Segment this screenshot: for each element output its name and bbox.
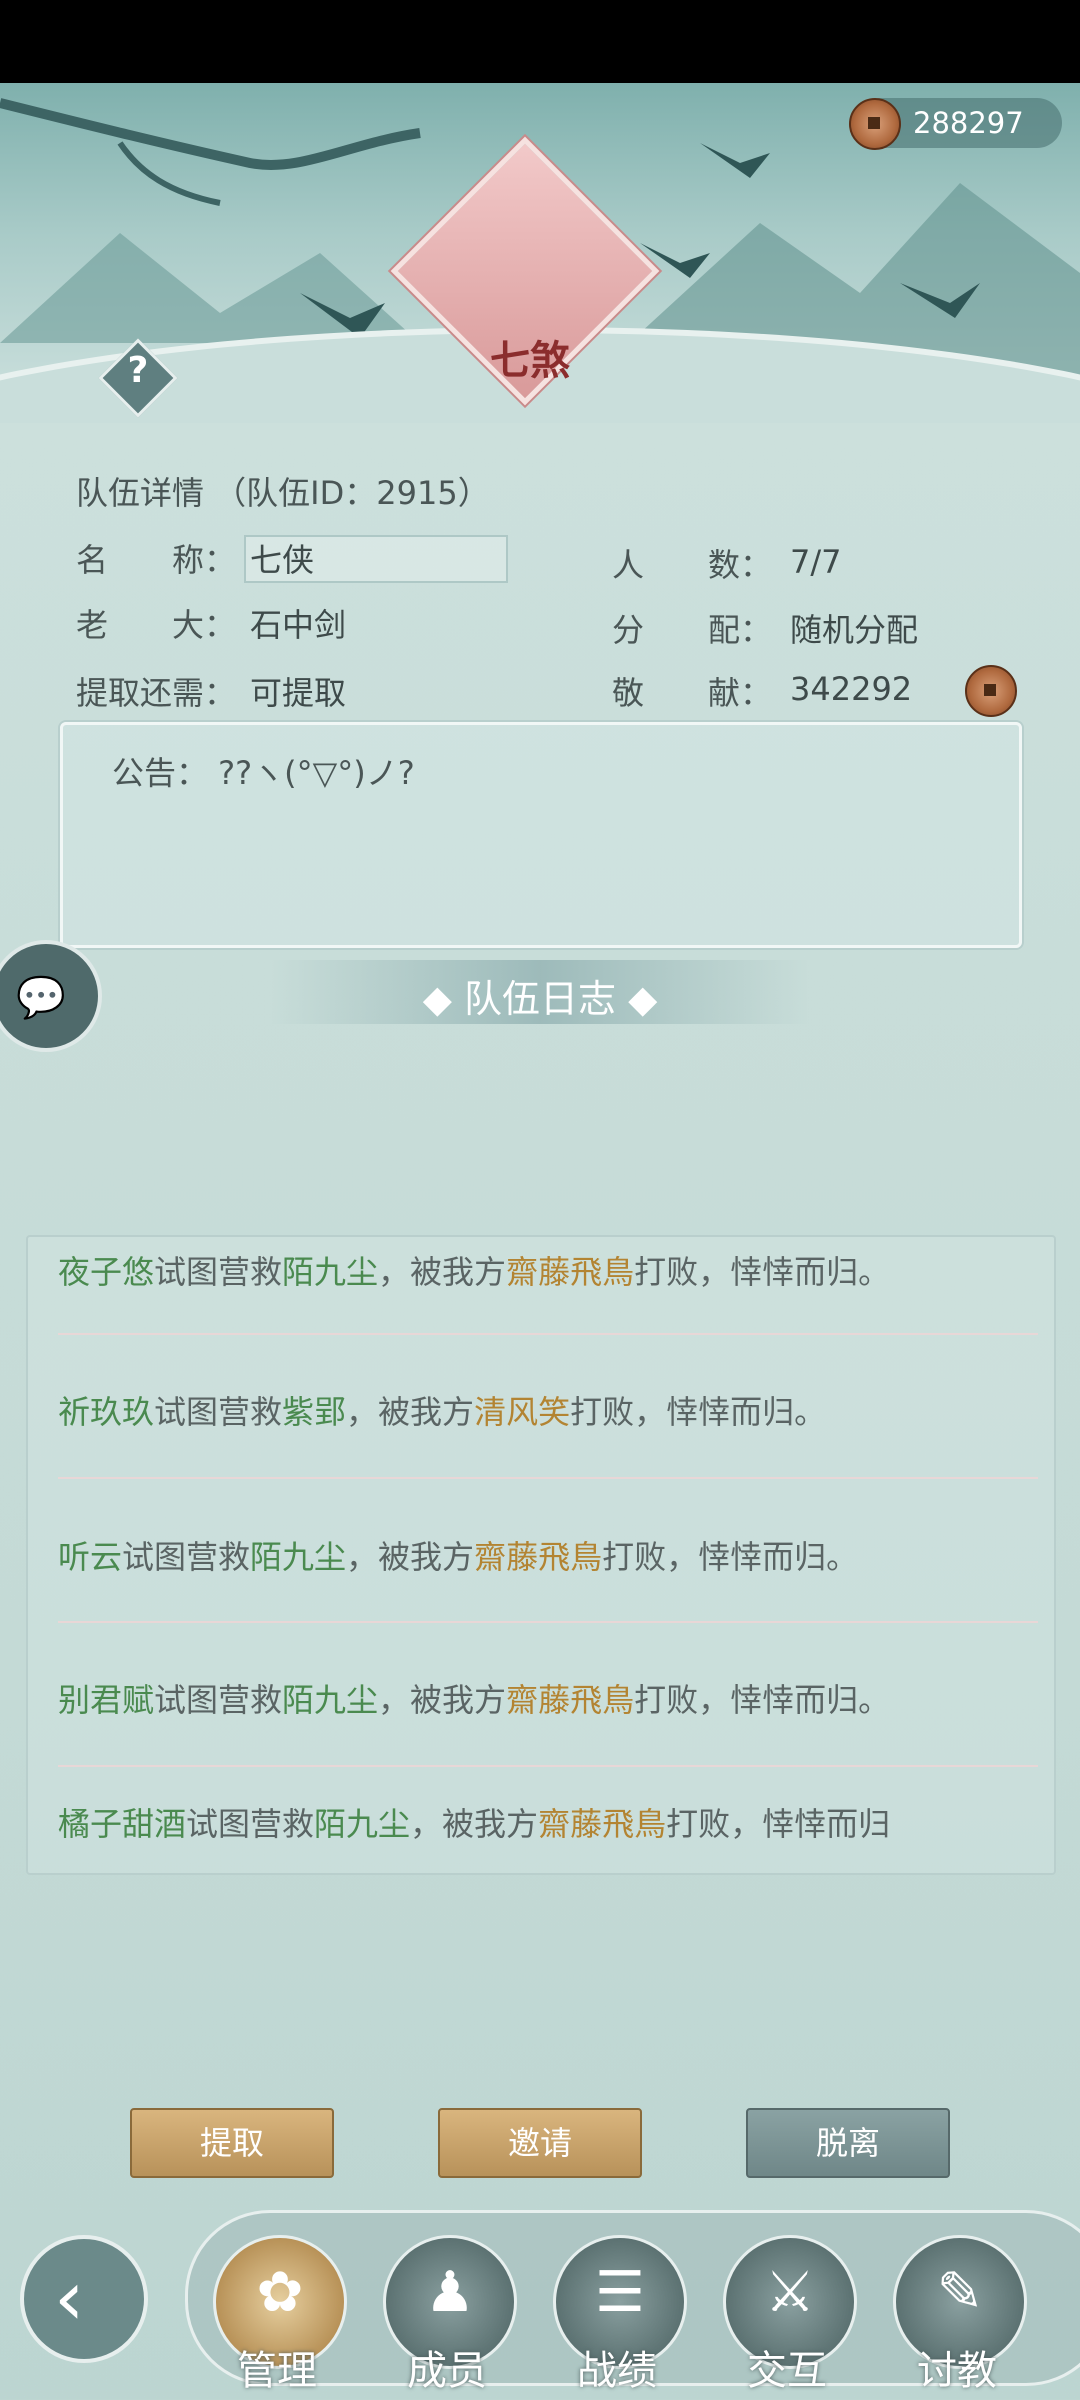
log-entry: 夜子悠试图营救陌九尘，被我方齋藤飛鳥打败，悻悻而归。 — [58, 1247, 1048, 1293]
defender-name[interactable]: 齋藤飛鳥 — [538, 1805, 666, 1843]
log-text: 试图营救 — [154, 1681, 283, 1719]
rescuer-name[interactable]: 橘子甜酒 — [58, 1805, 186, 1843]
log-text: 试图营救 — [154, 1253, 283, 1291]
chat-icon[interactable]: 💬 — [16, 974, 66, 1021]
copper-coin-icon — [849, 98, 901, 150]
withdraw-label: 提取还需： — [76, 674, 237, 712]
divider — [58, 1621, 1038, 1623]
record-icon: ☰ — [594, 2260, 646, 2325]
nav-challenge-label[interactable]: 讨教 — [882, 2338, 1032, 2396]
copper-coin-icon — [965, 665, 1017, 717]
captive-name[interactable]: 陌九尘 — [250, 1538, 346, 1576]
status-bar — [0, 0, 1080, 83]
rescuer-name[interactable]: 别君赋 — [58, 1681, 154, 1719]
challenge-icon: ✎ — [936, 2260, 984, 2325]
captive-name[interactable]: 陌九尘 — [282, 1681, 378, 1719]
team-details-title: 队伍详情 （队伍ID：2915） — [76, 474, 490, 512]
chat-button[interactable]: 💬 — [0, 940, 102, 1052]
log-text: 打败，悻悻而归。 — [570, 1393, 827, 1431]
log-entry: 别君赋试图营救陌九尘，被我方齋藤飛鳥打败，悻悻而归。 — [58, 1675, 1048, 1721]
contribution-label: 敬 献： — [612, 674, 773, 712]
log-text: ，被我方 — [378, 1253, 507, 1291]
rescuer-name[interactable]: 听云 — [58, 1538, 122, 1576]
log-text: 打败，悻悻而归。 — [602, 1538, 859, 1576]
allocation-value: 随机分配 — [790, 611, 919, 649]
contribution-value: 342292 — [790, 670, 913, 708]
currency-display: 288297 — [849, 98, 1062, 150]
leader-value: 石中剑 — [250, 606, 347, 644]
captive-name[interactable]: 陌九尘 — [314, 1805, 410, 1843]
log-section-title: ◆ 队伍日志 ◆ — [422, 977, 658, 1021]
log-text: 试图营救 — [186, 1805, 315, 1843]
nav-record-label[interactable]: 战绩 — [542, 2338, 692, 2396]
log-text: 试图营救 — [154, 1393, 283, 1431]
members-icon: ♟ — [424, 2260, 476, 2325]
divider — [58, 1765, 1038, 1767]
log-text: ，被我方 — [410, 1805, 539, 1843]
nav-members-label[interactable]: 成员 — [372, 2338, 522, 2396]
log-text: 打败，悻悻而归 — [666, 1805, 891, 1843]
captive-name[interactable]: 陌九尘 — [282, 1253, 378, 1291]
defender-name[interactable]: 齋藤飛鳥 — [506, 1681, 634, 1719]
rescuer-name[interactable]: 夜子悠 — [58, 1253, 154, 1291]
log-entry: 橘子甜酒试图营救陌九尘，被我方齋藤飛鳥打败，悻悻而归 — [58, 1799, 1048, 1845]
log-text: 打败，悻悻而归。 — [634, 1681, 891, 1719]
emblem-name: 七煞 — [490, 337, 570, 384]
allocation-label: 分 配： — [612, 611, 773, 649]
team-log-list[interactable]: 夜子悠试图营救陌九尘，被我方齋藤飛鳥打败，悻悻而归。 祈玖玖试图营救紫郢，被我方… — [26, 1235, 1056, 1875]
back-arrow-icon[interactable]: ‹ — [54, 2253, 84, 2342]
rescuer-name[interactable]: 祈玖玖 — [58, 1393, 154, 1431]
log-text: ，被我方 — [346, 1538, 475, 1576]
nav-interact-label[interactable]: 交互 — [712, 2338, 862, 2396]
manage-icon: ✿ — [256, 2260, 304, 2325]
team-name-value: 七侠 — [250, 541, 315, 579]
captive-name[interactable]: 紫郢 — [282, 1393, 346, 1431]
log-text: 打败，悻悻而归。 — [634, 1253, 891, 1291]
log-text: ，被我方 — [378, 1681, 507, 1719]
currency-amount: 288297 — [913, 106, 1024, 140]
log-text: 试图营救 — [122, 1538, 251, 1576]
notice-text: 公告： ??ヽ(°▽°)ノ? — [112, 754, 415, 792]
question-icon[interactable]: ? — [118, 350, 158, 391]
name-label: 名 称： — [76, 541, 237, 579]
log-entry: 听云试图营救陌九尘，被我方齋藤飛鳥打败，悻悻而归。 — [58, 1532, 1048, 1578]
leader-label: 老 大： — [76, 606, 237, 644]
members-label: 人 数： — [612, 546, 773, 584]
defender-name[interactable]: 清风笑 — [474, 1393, 570, 1431]
divider — [58, 1333, 1038, 1335]
nav-manage-label[interactable]: 管理 — [202, 2338, 352, 2396]
leave-button[interactable]: 脱离 — [746, 2108, 950, 2178]
divider — [58, 1477, 1038, 1479]
invite-button[interactable]: 邀请 — [438, 2108, 642, 2178]
members-value: 7/7 — [790, 543, 842, 581]
interact-icon: ⚔ — [764, 2260, 816, 2325]
back-button[interactable]: ‹ — [20, 2235, 148, 2363]
withdraw-button[interactable]: 提取 — [130, 2108, 334, 2178]
defender-name[interactable]: 齋藤飛鳥 — [506, 1253, 634, 1291]
log-text: ，被我方 — [346, 1393, 475, 1431]
log-entry: 祈玖玖试图营救紫郢，被我方清风笑打败，悻悻而归。 — [58, 1387, 1048, 1433]
defender-name[interactable]: 齋藤飛鳥 — [474, 1538, 602, 1576]
withdraw-value: 可提取 — [250, 674, 347, 712]
